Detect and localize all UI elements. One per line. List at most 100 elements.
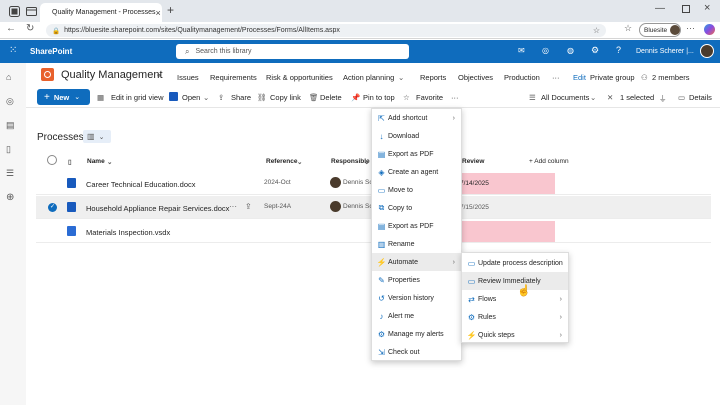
favorites-icon[interactable]: ☆ [624,23,632,34]
menu-item-version-history[interactable]: ↺ Version history [372,289,461,307]
submenu-update-process-description[interactable]: ▭ Update process description [462,254,568,272]
chevron-down-icon[interactable]: ⌄ [364,158,369,166]
file-type-header-icon[interactable]: ▯ [68,158,72,166]
app-launcher-icon[interactable]: ⁙ [9,45,17,56]
site-title[interactable]: Quality Management [61,69,163,81]
close-selection-icon[interactable]: ✕ [607,93,613,102]
members-count[interactable]: 2 members [652,73,690,82]
share-button[interactable]: Share [231,93,251,102]
news-icon[interactable]: ▤ [6,120,20,132]
menu-item-automate[interactable]: ⚡ Automate › [372,253,461,271]
column-review[interactable]: Review [462,158,484,165]
add-icon[interactable]: ⊕ [6,192,20,204]
copy-link-button[interactable]: Copy link [270,93,301,102]
new-tab-icon[interactable]: + [167,3,174,17]
settings-icon[interactable]: ⚙ [591,45,599,56]
site-logo[interactable] [41,68,54,81]
pin-button[interactable]: Pin to top [363,93,395,102]
edit-nav-link[interactable]: Edit [573,73,586,82]
menu-item-create-agent[interactable]: ◈ Create an agent [372,163,461,181]
chevron-down-icon[interactable]: ⌄ [590,93,596,102]
user-name[interactable]: Dennis Scherer |... [636,48,694,55]
menu-item-rename[interactable]: ▥ Rename [372,235,461,253]
new-button[interactable]: + New ⌄ [37,89,90,105]
browser-tab[interactable]: Quality Management - Processes × [40,3,162,22]
globe-icon[interactable]: ◎ [6,96,20,108]
filter-icon[interactable]: ⏚ [659,93,667,104]
help-icon[interactable]: ◍ [567,46,574,55]
url-field[interactable]: 🔒 https://bluesite.sharepoint.com/sites/… [46,24,606,37]
row-more-icon[interactable]: ··· [229,202,237,211]
edit-grid-button[interactable]: Edit in grid view [111,93,164,102]
chevron-down-icon[interactable]: ⌄ [107,158,112,166]
details-button[interactable]: Details [689,93,712,102]
home-icon[interactable]: ⌂ [6,72,20,84]
profile-button[interactable]: Bluesite [639,23,681,37]
view-switcher[interactable]: ▥ ⌄ [83,130,111,143]
menu-item-properties[interactable]: ✎ Properties [372,271,461,289]
nav-action-planning[interactable]: Action planning [343,73,394,82]
nav-risk-opportunities[interactable]: Risk & opportunities [266,73,333,82]
nav-production[interactable]: Production [504,73,540,82]
select-all-checkbox[interactable] [47,155,57,165]
nav-reports[interactable]: Reports [420,73,446,82]
column-reference[interactable]: Reference [266,158,297,165]
chevron-down-icon[interactable]: ⌄ [297,158,302,166]
file-icon[interactable]: ▯ [6,144,20,156]
delete-button[interactable]: Delete [320,93,342,102]
open-button[interactable]: Open [182,93,200,102]
sharepoint-suite-bar: ⁙ SharePoint ⌕ Search this library ✉ ◎ ◍… [0,40,720,63]
star-icon[interactable]: ☆ [593,26,600,35]
nav-more[interactable]: ··· [552,73,560,82]
nav-issues[interactable]: Issues [177,73,199,82]
add-column-button[interactable]: + Add column [529,158,569,165]
menu-item-add-shortcut[interactable]: ⇱ Add shortcut › [372,109,461,127]
library-title[interactable]: Processes [37,132,84,143]
row-share-icon[interactable]: ⇪ [245,202,252,211]
row-checkbox-checked[interactable]: ✓ [48,203,57,212]
submenu-quick-steps[interactable]: ⚡ Quick steps › [462,326,568,344]
nav-requirements[interactable]: Requirements [210,73,257,82]
user-avatar[interactable] [700,44,714,58]
submenu-flows[interactable]: ⇄ Flows › [462,290,568,308]
menu-item-copy-to[interactable]: ⧉ Copy to [372,199,461,217]
more-icon[interactable]: ··· [686,23,695,33]
menu-item-export-pdf[interactable]: ▤ Export as PDF [372,145,461,163]
file-name[interactable]: Materials Inspection.vsdx [86,228,170,237]
file-name[interactable]: Household Appliance Repair Services.docx [86,204,229,213]
megaphone-icon[interactable]: ✉ [518,46,525,55]
minimize-icon[interactable]: — [655,3,665,14]
chevron-down-icon[interactable]: ⌄ [398,73,404,82]
feed-icon[interactable]: ◎ [542,46,549,55]
copilot-icon[interactable] [704,24,715,35]
refresh-icon[interactable]: ↻ [26,23,34,34]
search-box[interactable]: ⌕ Search this library [176,44,409,59]
view-selector[interactable]: All Documents [541,93,589,102]
site-members-icon[interactable]: ⚭ [156,72,162,80]
menu-item-download[interactable]: ↓ Download [372,127,461,145]
menu-item-move-to[interactable]: ▭ Move to [372,181,461,199]
menu-item-check-out[interactable]: ⇲ Check out [372,343,461,361]
more-commands-button[interactable]: ··· [451,93,459,102]
close-tab-icon[interactable]: × [156,8,161,18]
tab-actions-icon[interactable] [25,5,37,17]
favorite-button[interactable]: Favorite [416,93,443,102]
maximize-icon[interactable] [682,5,690,13]
app-name[interactable]: SharePoint [30,47,72,56]
lists-icon[interactable]: ☰ [6,168,20,180]
back-icon[interactable]: ← [6,23,16,34]
question-icon[interactable]: ? [616,45,621,55]
chevron-down-icon[interactable]: ⌄ [203,93,209,102]
menu-item-alert-me[interactable]: ♪ Alert me [372,307,461,325]
people-icon: ⚇ [641,73,648,82]
menu-item-manage-alerts[interactable]: ⚙ Manage my alerts [372,325,461,343]
submenu-review-immediately[interactable]: ▭ Review Immediately [462,272,568,290]
nav-objectives[interactable]: Objectives [458,73,493,82]
profile-icon[interactable] [8,5,20,17]
submenu-rules[interactable]: ⚙ Rules › [462,308,568,326]
menu-item-export-pdf-2[interactable]: ▤ Export as PDF [372,217,461,235]
file-name[interactable]: Career Technical Education.docx [86,180,196,189]
download-icon: ↓ [379,131,384,141]
column-name[interactable]: Name [87,158,105,165]
close-window-icon[interactable]: × [704,2,710,14]
